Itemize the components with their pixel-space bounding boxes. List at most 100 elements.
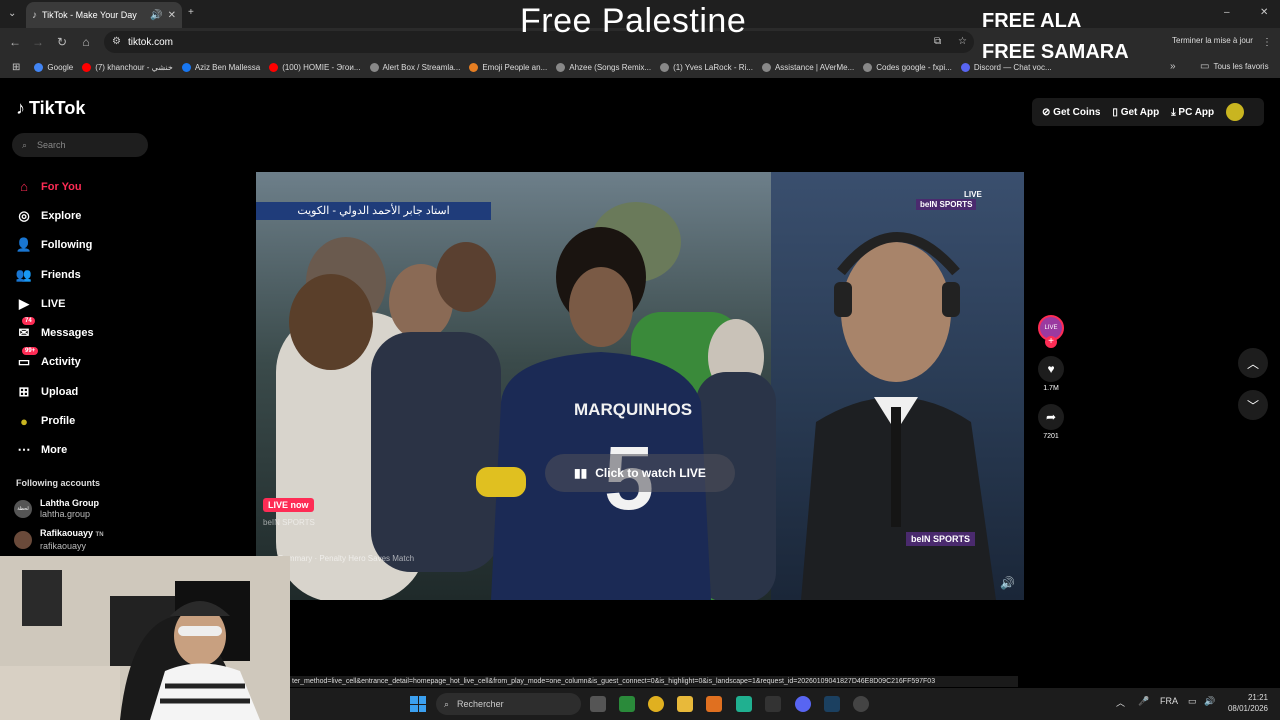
bookmark-item[interactable]: Assistance | AVerMe... <box>761 62 854 72</box>
account-handle: lahtha.group <box>40 509 91 519</box>
sidebar-item-label: More <box>41 444 68 457</box>
volume-icon[interactable]: 🔊 <box>1000 576 1015 590</box>
bookmark-item[interactable]: Codes google - fxpi... <box>863 62 952 72</box>
messages-icon: ✉ <box>18 325 30 341</box>
tab-audio-icon[interactable]: 🔊 <box>150 10 162 21</box>
webcam-overlay <box>0 556 290 720</box>
app-dark-icon[interactable] <box>765 696 781 712</box>
task-view-icon[interactable] <box>590 696 606 712</box>
sidebar-item-label: Messages <box>41 327 94 340</box>
all-favorites[interactable]: ▭ Tous les favoris <box>1200 61 1269 72</box>
get-app-button[interactable]: ▯ Get App <box>1112 107 1159 118</box>
new-tab-icon[interactable]: + <box>188 7 194 18</box>
sidebar-item-live[interactable]: ▶ LIVE <box>16 289 94 318</box>
language-indicator[interactable]: FRA <box>1160 696 1178 706</box>
microphone-icon[interactable]: 🎤 <box>1138 696 1149 707</box>
apps-grid-icon[interactable]: ⊞ <box>12 62 20 73</box>
like-button[interactable]: ♥ 1.7M <box>1036 356 1066 392</box>
window-minimize-icon[interactable]: – <box>1224 7 1230 18</box>
sidebar-item-for-you[interactable]: ⌂ For You <box>16 172 94 201</box>
previous-video-button[interactable]: ︿ <box>1238 348 1268 378</box>
search-input[interactable]: ⌕ Search <box>12 133 148 157</box>
browser-menu-icon[interactable]: ⋮ <box>1262 37 1272 48</box>
sidebar-item-label: Following <box>41 239 93 252</box>
tiktok-logo-icon: ♪ <box>16 98 25 118</box>
chrome-icon[interactable] <box>648 696 664 712</box>
follow-plus-icon[interactable]: + <box>1045 336 1057 348</box>
sidebar-item-following[interactable]: 👤 Following <box>16 231 94 260</box>
sidebar-item-friends[interactable]: 👥 Friends <box>16 260 94 289</box>
bookmark-favicon-icon <box>82 62 92 72</box>
share-button[interactable]: ➦ 7201 <box>1036 404 1066 440</box>
shares-count: 7201 <box>1043 433 1059 440</box>
sidebar-item-label: Profile <box>41 415 76 428</box>
heart-icon: ♥ <box>1038 356 1064 382</box>
bookmark-item[interactable]: (1) Yves LaRock - Ri... <box>660 62 753 72</box>
live-video-player[interactable]: استاد جابر الأحمد الدولي - الكويت MARQUI… <box>256 172 1024 600</box>
browser-tab[interactable]: ♪ TikTok - Make Your Day 🔊 ✕ <box>26 2 182 28</box>
network-icon[interactable]: ▭ <box>1188 696 1197 707</box>
bookmark-item[interactable]: Alert Box / Streamla... <box>369 62 460 72</box>
app-green-icon[interactable] <box>619 696 635 712</box>
install-app-icon[interactable]: ⧉ <box>934 36 941 47</box>
sidebar-item-label: Explore <box>41 209 82 222</box>
volume-tray-icon[interactable]: 🔊 <box>1204 696 1215 707</box>
tab-close-icon[interactable]: ✕ <box>168 10 176 21</box>
watch-live-button[interactable]: ▮▮ Click to watch LIVE <box>545 454 735 492</box>
get-coins-button[interactable]: ⊘ Get Coins <box>1042 107 1100 118</box>
bookmark-star-icon[interactable]: ☆ <box>958 36 967 47</box>
sidebar-item-explore[interactable]: ◎ Explore <box>16 201 94 230</box>
discord-icon[interactable] <box>795 696 811 712</box>
tray-chevron-icon[interactable]: ︿ <box>1116 696 1125 709</box>
bookmark-item[interactable]: (7) khanchour - خنشي <box>82 62 173 72</box>
chevron-down-icon: ﹀ <box>1246 398 1259 413</box>
reload-icon[interactable]: ↻ <box>54 34 70 50</box>
home-browser-icon[interactable]: ⌂ <box>78 34 94 50</box>
clock[interactable]: 21:21 08/01/2026 <box>1226 692 1268 714</box>
file-explorer-icon[interactable] <box>677 696 693 712</box>
bookmark-item[interactable]: Google <box>34 62 73 72</box>
steam-icon[interactable] <box>824 696 840 712</box>
likes-count: 1.7M <box>1043 385 1059 392</box>
bookmark-item[interactable]: Ahzee (Songs Remix... <box>556 62 651 72</box>
forward-icon[interactable]: → <box>30 34 46 50</box>
bookmark-favicon-icon <box>863 62 873 72</box>
sidebar-item-profile[interactable]: ● Profile <box>16 406 94 435</box>
sidebar-item-more[interactable]: ⋯ More <box>16 436 94 465</box>
taskbar-search[interactable]: ⌕ Rechercher <box>436 693 581 715</box>
site-info-icon[interactable]: ⚙ <box>112 36 121 47</box>
update-button[interactable]: Terminer la mise à jour <box>1172 36 1253 45</box>
overlay-right-line1: FREE ALA <box>982 10 1082 32</box>
bookmark-item[interactable]: Aziz Ben Mallessa <box>181 62 260 72</box>
tab-menu-icon[interactable]: ⌄ <box>8 8 16 19</box>
tiktok-logo[interactable]: ♪ TikTok <box>16 98 85 119</box>
sidebar-item-messages[interactable]: ✉ 74 Messages <box>16 317 94 347</box>
bookmark-item[interactable]: (100) HOMIE - Эгои... <box>269 62 361 72</box>
creator-live-avatar[interactable]: LIVE + <box>1036 315 1066 348</box>
more-icon: ⋯ <box>17 442 31 458</box>
windows-start-icon[interactable] <box>410 696 426 712</box>
app-teal-icon[interactable] <box>736 696 752 712</box>
sidebar-item-activity[interactable]: ▭ 99+ Activity <box>16 346 94 377</box>
sidebar-item-upload[interactable]: ⊞ Upload <box>16 377 94 406</box>
overlay-center-text: Free Palestine <box>520 2 747 40</box>
video-subtitle-1: beIN SPORTS <box>263 518 315 527</box>
account-rafikaouayy[interactable]: Rafikaouayy TN rafikaouayy <box>14 528 104 552</box>
app-orange-icon[interactable] <box>706 696 722 712</box>
overlay-right-text: FREE ALA FREE SAMARA <box>982 6 1129 68</box>
bookmark-item[interactable]: Emoji People an... <box>469 62 547 72</box>
window-close-icon[interactable]: ✕ <box>1260 7 1268 18</box>
account-lahtha-group[interactable]: لحظة Lahtha Group lahtha.group <box>14 498 99 520</box>
video-subtitle-2: Summary · Penalty Hero Saves Match <box>278 554 415 563</box>
pc-app-button[interactable]: ⤓ PC App <box>1171 107 1214 118</box>
player-name: MARQUINHOS <box>574 400 693 419</box>
notification-badge: 99+ <box>22 346 39 355</box>
avatar <box>14 531 32 549</box>
folder-icon: ▭ <box>1200 61 1210 72</box>
app-gear-icon[interactable] <box>853 696 869 712</box>
back-icon[interactable]: ← <box>7 34 23 50</box>
bookmarks-overflow-icon[interactable]: » <box>1170 61 1176 72</box>
clock-time: 21:21 <box>1247 693 1268 702</box>
user-avatar[interactable] <box>1226 103 1245 121</box>
next-video-button[interactable]: ﹀ <box>1238 390 1268 420</box>
